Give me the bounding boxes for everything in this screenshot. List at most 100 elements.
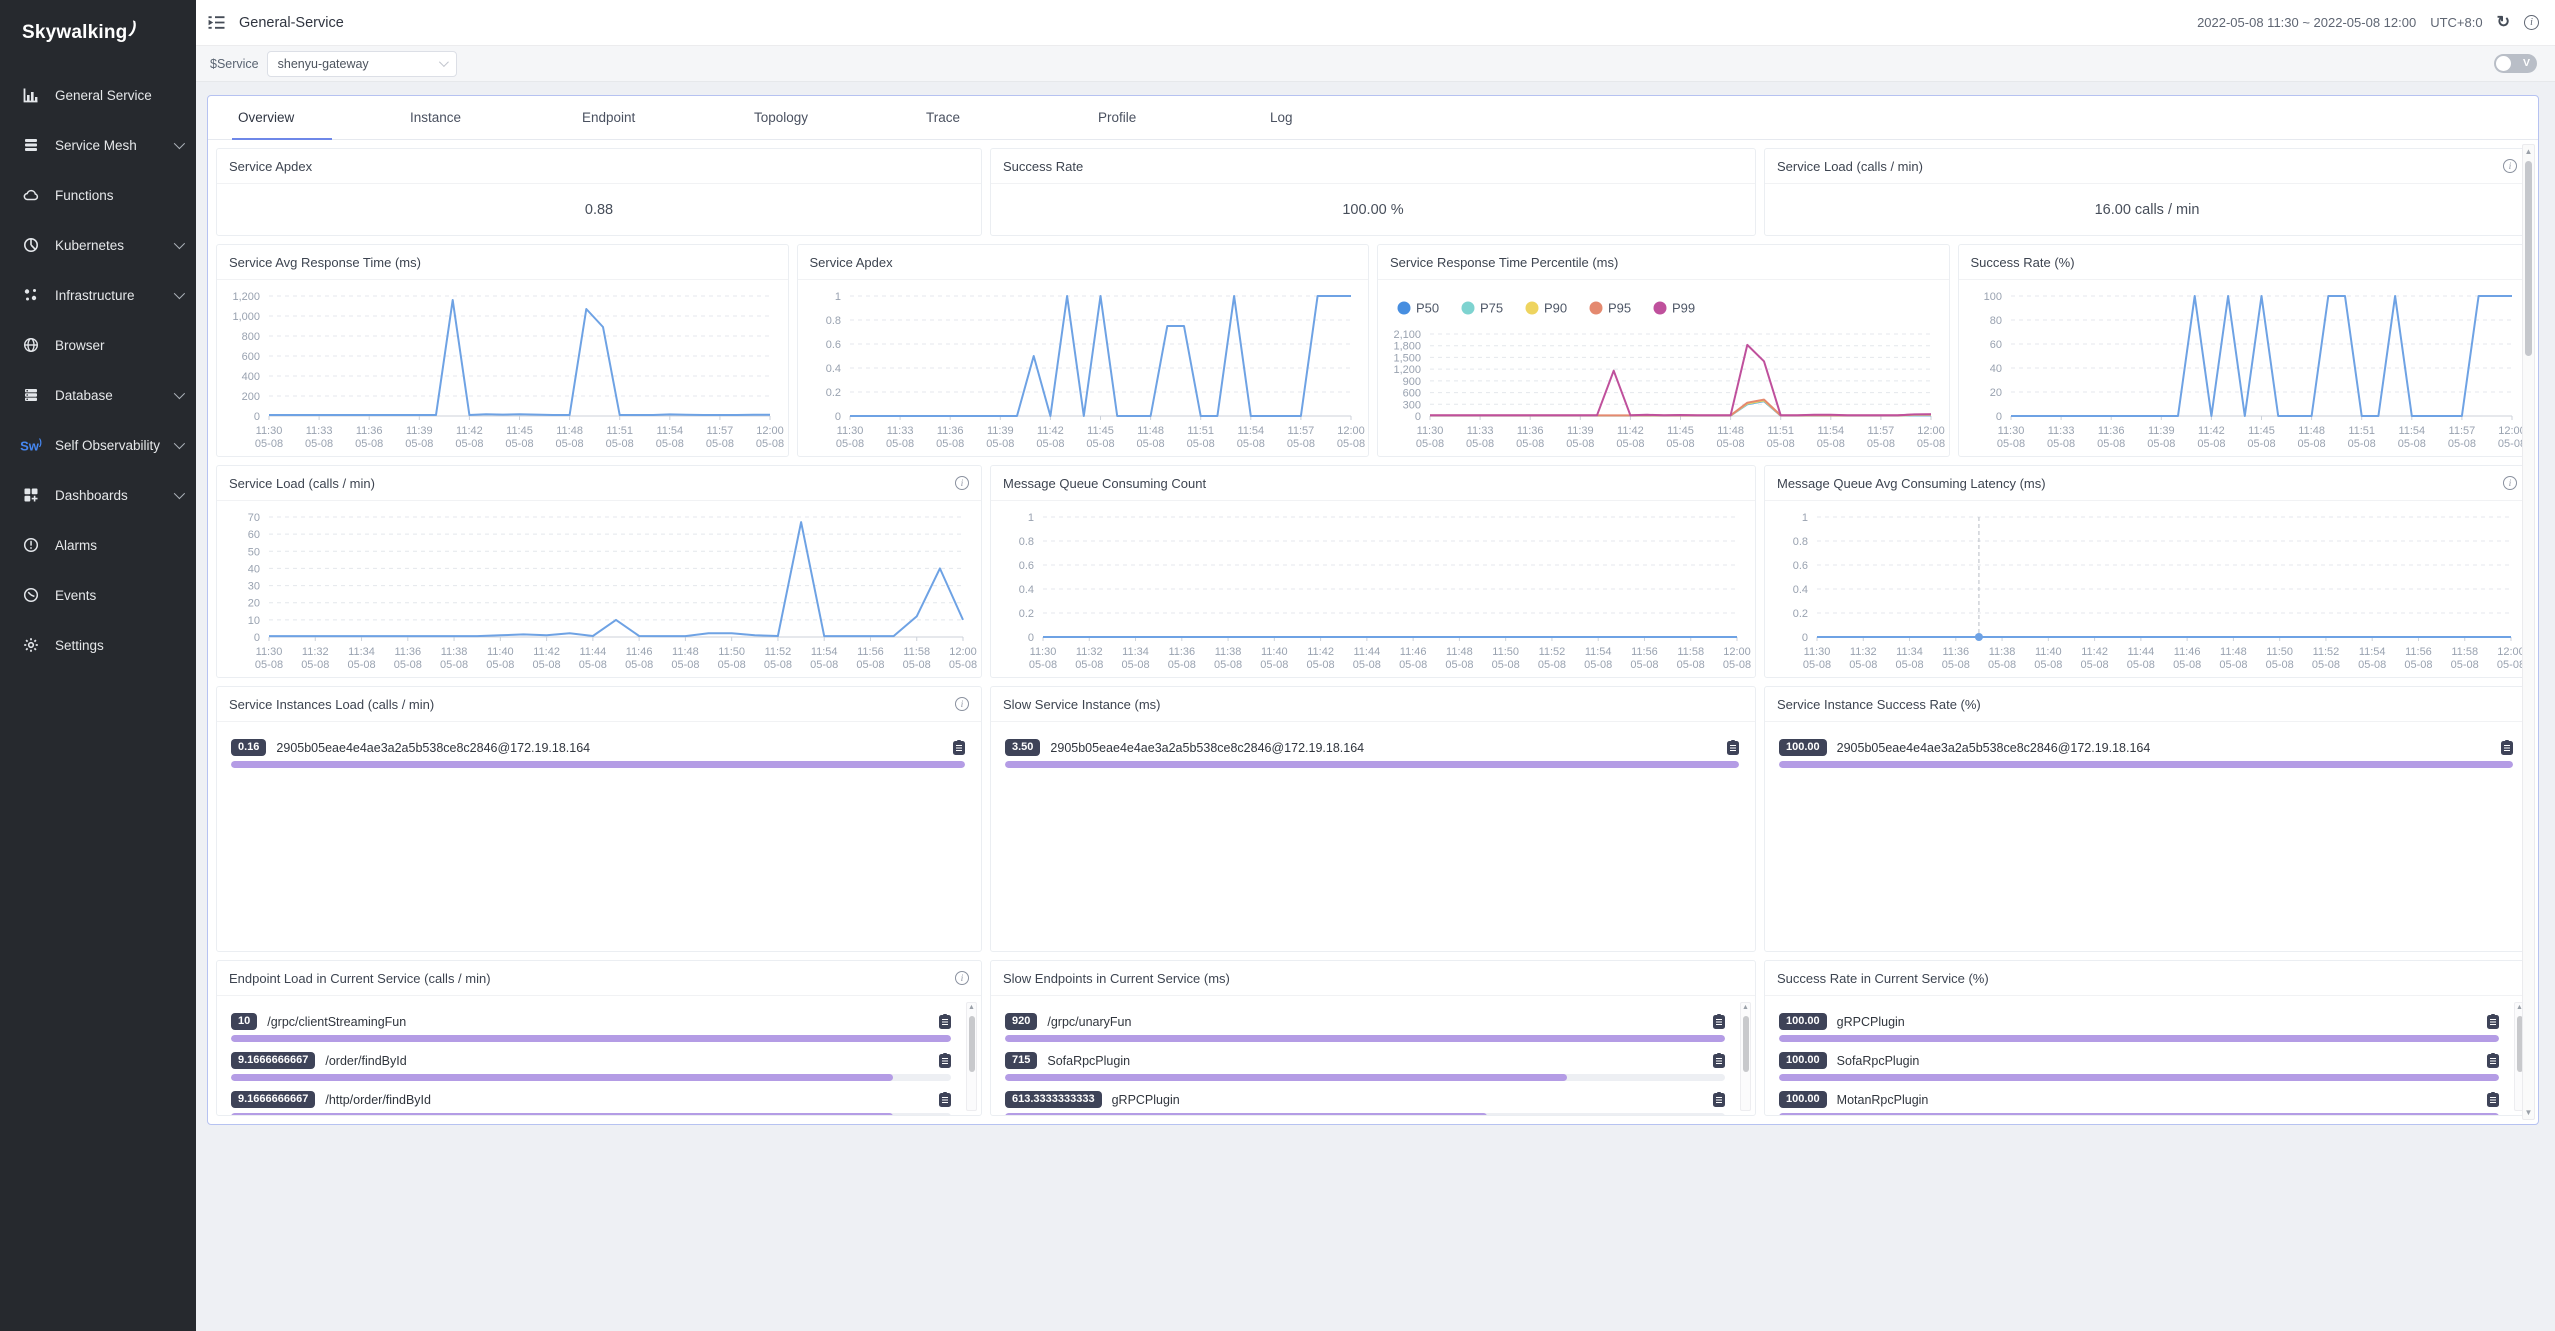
events-icon	[22, 587, 40, 604]
kubernetes-icon	[22, 237, 40, 254]
refresh-icon[interactable]: ↻	[2497, 15, 2510, 31]
svg-text:20: 20	[1989, 387, 2001, 399]
info-icon[interactable]: i	[2503, 159, 2517, 173]
collapse-sidebar-icon[interactable]	[208, 15, 225, 30]
info-icon[interactable]: i	[2524, 15, 2539, 30]
svg-text:05-08: 05-08	[1538, 659, 1566, 671]
timezone[interactable]: UTC+8:0	[2430, 15, 2482, 30]
svg-text:05-08: 05-08	[810, 659, 838, 671]
sidebar-item[interactable]: Kubernetes	[0, 220, 196, 270]
svg-text:05-08: 05-08	[1168, 659, 1196, 671]
inspect-icon[interactable]	[939, 1014, 951, 1029]
metric-value: 16.00 calls / min	[1765, 184, 2529, 235]
tab[interactable]: Trace	[910, 96, 1082, 139]
svg-text:05-08: 05-08	[1236, 438, 1264, 450]
info-icon[interactable]: i	[955, 971, 969, 985]
scroll-thumb[interactable]	[969, 1016, 975, 1072]
inspect-icon[interactable]	[953, 740, 965, 755]
line-chart-mq-latency[interactable]: 00.20.40.60.8111:3005-0811:3205-0811:340…	[1765, 501, 2529, 677]
svg-text:600: 600	[242, 351, 260, 363]
inspect-icon[interactable]	[1713, 1092, 1725, 1107]
tab[interactable]: Overview	[222, 96, 394, 139]
bar-list: 100.00 gRPCPlugin	[1765, 996, 2529, 1116]
info-icon[interactable]: i	[955, 697, 969, 711]
dashboard-grid: Service Apdex 0.88 Success Rate 100.00 %…	[208, 140, 2538, 1124]
tab[interactable]: Instance	[394, 96, 566, 139]
svg-text:11:50: 11:50	[1492, 646, 1519, 658]
card-title: Endpoint Load in Current Service (calls …	[229, 971, 491, 986]
scroll-thumb[interactable]	[2525, 161, 2532, 356]
sidebar-item[interactable]: Database	[0, 370, 196, 420]
line-chart-mq-count[interactable]: 00.20.40.60.8111:3005-0811:3205-0811:340…	[991, 501, 1755, 677]
svg-text:80: 80	[1989, 315, 2001, 327]
toggle-knob	[2496, 56, 2511, 71]
svg-text:05-08: 05-08	[1723, 659, 1751, 671]
tab[interactable]: Endpoint	[566, 96, 738, 139]
sidebar-item[interactable]: Dashboards	[0, 470, 196, 520]
svg-text:05-08: 05-08	[1492, 659, 1520, 671]
info-icon[interactable]: i	[2503, 476, 2517, 490]
topbar-right: 2022-05-08 11:30 ~ 2022-05-08 12:00 UTC+…	[2197, 15, 2539, 31]
service-select[interactable]: shenyu-gateway	[267, 51, 457, 77]
svg-text:05-08: 05-08	[2497, 659, 2525, 671]
card-scrollbar[interactable]: ▲	[1740, 1002, 1751, 1111]
inspect-icon[interactable]	[939, 1092, 951, 1107]
sidebar-item[interactable]: Sw) Self Observability	[0, 420, 196, 470]
line-chart-service-apdex[interactable]: 00.20.40.60.8111:3005-0811:3305-0811:360…	[798, 280, 1369, 456]
svg-text:11:36: 11:36	[1517, 425, 1544, 437]
svg-text:05-08: 05-08	[2404, 659, 2432, 671]
scroll-up-icon[interactable]: ▲	[1741, 1004, 1750, 1011]
inspect-icon[interactable]	[2501, 740, 2513, 755]
svg-text:40: 40	[248, 563, 260, 575]
tab[interactable]: Log	[1254, 96, 1426, 139]
sidebar-item[interactable]: Browser	[0, 320, 196, 370]
tab-label: Trace	[926, 110, 960, 125]
inspect-icon[interactable]	[1713, 1053, 1725, 1068]
inspect-icon[interactable]	[1713, 1014, 1725, 1029]
svg-text:11:42: 11:42	[2081, 646, 2108, 658]
inspect-icon[interactable]	[2487, 1092, 2499, 1107]
svg-text:11:30: 11:30	[1030, 646, 1057, 658]
svg-text:11:42: 11:42	[1037, 425, 1064, 437]
line-chart-success-rate[interactable]: 02040608010011:3005-0811:3305-0811:3605-…	[1959, 280, 2530, 456]
panel-scrollbar[interactable]: ▲ ▼	[2522, 144, 2535, 1120]
card-response-time-percentile: Service Response Time Percentile (ms) 03…	[1377, 244, 1950, 457]
sidebar-item[interactable]: Functions	[0, 170, 196, 220]
svg-text:05-08: 05-08	[1917, 438, 1945, 450]
svg-text:05-08: 05-08	[1895, 659, 1923, 671]
card-service-load: Service Load (calls / min)i 16.00 calls …	[1764, 148, 2530, 236]
svg-text:11:44: 11:44	[1354, 646, 1381, 658]
tab-label: Instance	[410, 110, 461, 125]
inspect-icon[interactable]	[939, 1053, 951, 1068]
card-scrollbar[interactable]: ▲	[966, 1002, 977, 1111]
dashboard-panel: Overview Instance Endpoint Topology	[207, 95, 2539, 1125]
version-toggle[interactable]: V	[2494, 54, 2537, 73]
info-icon[interactable]: i	[955, 476, 969, 490]
sidebar-item[interactable]: Settings	[0, 620, 196, 670]
svg-text:11:51: 11:51	[1767, 425, 1794, 437]
sidebar-item[interactable]: Infrastructure	[0, 270, 196, 320]
card-mq-consuming-count: Message Queue Consuming Count 00.20.40.6…	[990, 465, 1756, 678]
scroll-up-icon[interactable]: ▲	[967, 1004, 976, 1011]
scroll-down-icon[interactable]: ▼	[2523, 1108, 2534, 1117]
inspect-icon[interactable]	[2487, 1014, 2499, 1029]
line-chart-service-load[interactable]: 01020304050607011:3005-0811:3205-0811:34…	[217, 501, 981, 677]
line-chart-avg-response-time[interactable]: 02004006008001,0001,20011:3005-0811:3305…	[217, 280, 788, 456]
database-icon	[22, 387, 40, 404]
sw-icon: Sw)	[22, 437, 40, 454]
svg-text:P75: P75	[1480, 301, 1503, 316]
sidebar-item[interactable]: Service Mesh	[0, 120, 196, 170]
sidebar-item[interactable]: Alarms	[0, 520, 196, 570]
inspect-icon[interactable]	[2487, 1053, 2499, 1068]
svg-text:11:56: 11:56	[1631, 646, 1658, 658]
sidebar-item[interactable]: General Service	[0, 70, 196, 120]
scroll-up-icon[interactable]: ▲	[2523, 147, 2534, 156]
scroll-thumb[interactable]	[1743, 1016, 1749, 1072]
time-range[interactable]: 2022-05-08 11:30 ~ 2022-05-08 12:00	[2197, 15, 2416, 30]
sidebar-item[interactable]: Events	[0, 570, 196, 620]
svg-text:60: 60	[1989, 339, 2001, 351]
inspect-icon[interactable]	[1727, 740, 1739, 755]
line-chart-percentile[interactable]: 03006009001,2001,5001,8002,10011:3005-08…	[1378, 280, 1949, 456]
tab[interactable]: Profile	[1082, 96, 1254, 139]
tab[interactable]: Topology	[738, 96, 910, 139]
